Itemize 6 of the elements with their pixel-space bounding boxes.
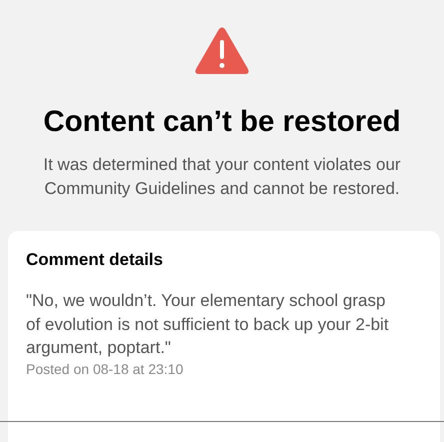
warning-icon xyxy=(195,27,249,75)
posted-date: Posted on 08-18 at 23:10 xyxy=(26,360,184,376)
comment-text: "No, we wouldn’t. Your elementary school grasp of evolution is not sufficient to back up your 2-bit argument, poptart." xyxy=(26,290,390,359)
page-title: Content can’t be restored xyxy=(43,105,401,139)
restore-message: It was determined that your content violates our Community Guidelines and cannot be restored. xyxy=(42,154,402,200)
card-heading: Comment details xyxy=(26,250,164,270)
